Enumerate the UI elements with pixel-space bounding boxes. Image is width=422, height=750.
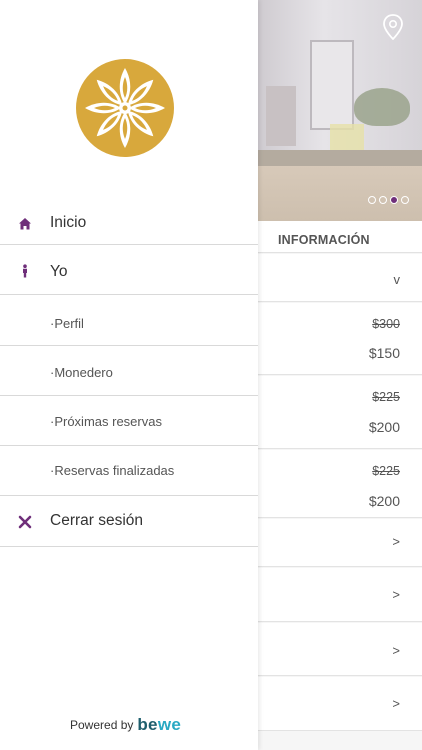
menu-item-monedero[interactable]: ·Monedero: [0, 347, 258, 396]
map-pin-icon[interactable]: [382, 14, 404, 40]
powered-by-text: Powered by: [70, 718, 134, 732]
menu-item-inicio[interactable]: Inicio: [0, 200, 258, 245]
carousel-dots: [368, 196, 409, 204]
background-app: INFORMACIÓN v $300 $150 $225 $200 $225 $…: [258, 0, 422, 750]
price: $150: [368, 345, 400, 361]
menu-item-label: ·Reservas finalizadas: [50, 463, 175, 478]
information-header: INFORMACIÓN: [258, 221, 422, 253]
chevron-right-icon: >: [392, 587, 400, 602]
hero-window: [310, 40, 354, 130]
old-price: $225: [372, 390, 400, 404]
chevron-right-icon: >: [392, 534, 400, 549]
menu-item-label: Inicio: [50, 214, 87, 231]
screen: INFORMACIÓN v $300 $150 $225 $200 $225 $…: [0, 0, 422, 750]
bewe-logo: bewe: [137, 715, 181, 735]
list-row[interactable]: >: [258, 623, 422, 676]
hero-shelf: [266, 86, 296, 146]
price-row[interactable]: $300 $150: [258, 303, 422, 375]
menu-item-reservas-finalizadas[interactable]: ·Reservas finalizadas: [0, 447, 258, 496]
carousel-dot[interactable]: [379, 196, 387, 204]
menu-item-yo[interactable]: Yo: [0, 246, 258, 295]
price: $200: [368, 493, 400, 509]
price: $200: [368, 419, 400, 435]
bewe-logo-we: we: [157, 715, 182, 734]
old-price: $225: [372, 464, 400, 478]
carousel-dot[interactable]: [401, 196, 409, 204]
chevron-right-icon: >: [392, 643, 400, 658]
information-title: INFORMACIÓN: [278, 233, 370, 247]
close-icon: [18, 515, 32, 529]
carousel-dot-active[interactable]: [390, 196, 398, 204]
hero-box: [330, 124, 364, 150]
menu-item-label: Yo: [50, 263, 68, 280]
bewe-logo-be: be: [137, 715, 158, 734]
hero-floor: [258, 166, 422, 221]
list-row[interactable]: >: [258, 677, 422, 731]
list-row[interactable]: >: [258, 519, 422, 567]
hero-desk: [258, 150, 422, 166]
carousel-dot[interactable]: [368, 196, 376, 204]
price-row[interactable]: $225 $200: [258, 376, 422, 449]
menu-item-label: ·Monedero: [50, 365, 113, 380]
menu-item-label: ·Perfil: [50, 316, 84, 331]
home-icon: [19, 218, 31, 230]
list-row-expand[interactable]: v: [258, 254, 422, 302]
hero-image-carousel[interactable]: [258, 0, 422, 221]
list-row[interactable]: >: [258, 568, 422, 622]
navigation-drawer: Inicio Yo ·Perfil ·Monedero ·Próximas re…: [0, 0, 258, 750]
old-price: $300: [372, 317, 400, 331]
powered-by-footer[interactable]: Powered by bewe: [70, 715, 181, 735]
menu-item-cerrar-sesion[interactable]: Cerrar sesión: [0, 497, 258, 547]
menu-item-perfil[interactable]: ·Perfil: [0, 296, 258, 346]
brand-logo-icon: [76, 59, 174, 157]
menu-item-label: Cerrar sesión: [50, 512, 144, 529]
hero-plant: [354, 88, 410, 126]
chevron-right-icon: >: [392, 696, 400, 711]
menu-item-label: ·Próximas reservas: [50, 414, 162, 429]
price-row[interactable]: $225 $200: [258, 450, 422, 518]
person-icon: [23, 264, 27, 278]
chevron-down-icon: v: [393, 272, 401, 287]
menu-item-proximas-reservas[interactable]: ·Próximas reservas: [0, 397, 258, 446]
